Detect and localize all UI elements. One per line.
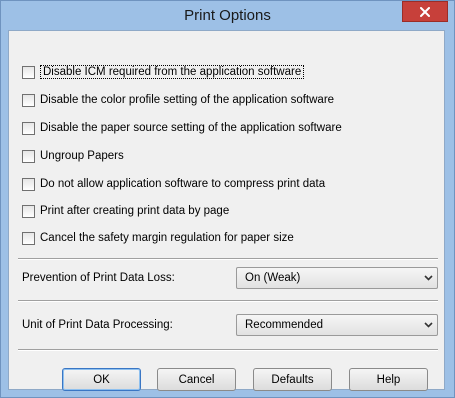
checkbox[interactable] [22,231,35,245]
separator [18,300,438,302]
checkbox[interactable] [22,65,35,79]
unit-select[interactable]: Recommended [236,314,438,336]
option-label: Disable the paper source setting of the … [40,122,342,134]
separator [18,349,438,351]
chevron-down-icon [419,315,437,335]
ok-button[interactable]: OK [62,368,141,391]
prevention-select[interactable]: On (Weak) [236,267,438,289]
chevron-down-icon [419,268,437,288]
checkbox[interactable] [22,149,35,163]
checkbox[interactable] [22,204,35,218]
cancel-button[interactable]: Cancel [157,368,236,391]
option-no-compress[interactable]: Do not allow application software to com… [22,176,325,192]
option-label: Ungroup Papers [40,150,124,162]
dialog-title: Print Options [184,7,271,24]
prevention-label: Prevention of Print Data Loss: [22,272,175,284]
checkbox[interactable] [22,121,35,135]
option-ungroup-papers[interactable]: Ungroup Papers [22,148,124,164]
checkbox[interactable] [22,177,35,191]
option-cancel-safety-margin[interactable]: Cancel the safety margin regulation for … [22,230,294,246]
option-disable-color-profile[interactable]: Disable the color profile setting of the… [22,92,334,108]
close-button[interactable] [402,1,448,22]
prevention-value: On (Weak) [245,272,301,284]
option-label: Print after creating print data by page [40,205,230,217]
option-label: Disable the color profile setting of the… [40,94,335,106]
title-bar[interactable]: Print Options [1,1,454,31]
close-icon [420,6,430,17]
option-label: Do not allow application software to com… [40,178,326,190]
separator [18,258,438,260]
option-disable-icm[interactable]: Disable ICM required from the applicatio… [22,64,305,80]
option-label: Disable ICM required from the applicatio… [40,65,305,79]
checkbox[interactable] [22,93,35,107]
defaults-button[interactable]: Defaults [253,368,332,391]
option-disable-paper-source[interactable]: Disable the paper source setting of the … [22,120,342,136]
option-label: Cancel the safety margin regulation for … [40,232,294,244]
unit-label: Unit of Print Data Processing: [22,319,173,331]
help-button[interactable]: Help [349,368,428,391]
option-print-by-page[interactable]: Print after creating print data by page [22,203,229,219]
unit-value: Recommended [245,319,323,331]
